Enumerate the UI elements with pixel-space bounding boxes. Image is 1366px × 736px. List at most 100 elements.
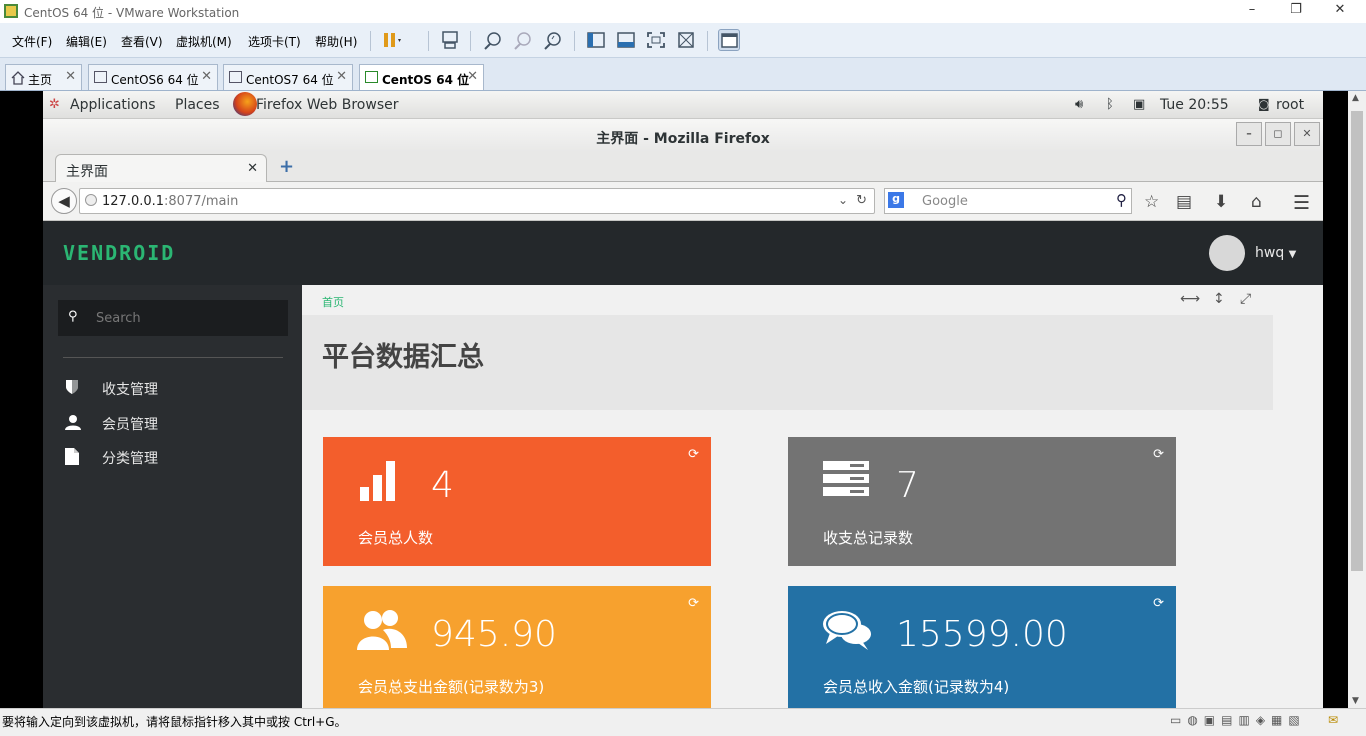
stat-label: 会员总人数 (358, 529, 434, 547)
gnome-foot-icon: ✲ (49, 97, 60, 112)
download-icon[interactable]: ⬇ (1214, 192, 1228, 212)
stat-value: 7 (896, 465, 919, 506)
globe-icon (85, 194, 97, 206)
pause-icon[interactable] (380, 29, 402, 51)
back-icon[interactable]: ◀ (51, 188, 77, 214)
stat-label: 收支总记录数 (823, 529, 914, 547)
google-icon[interactable]: g (888, 192, 904, 208)
home-icon[interactable]: ⌂ (1251, 192, 1262, 212)
user-menu-icon: ◙ (1258, 97, 1270, 111)
search-icon[interactable]: ⚲ (1116, 191, 1127, 209)
url-bar[interactable]: 127.0.0.1:8077/main ⌄ ↻ (79, 188, 875, 214)
sidebar-item-label: 分类管理 (102, 451, 158, 467)
vertical-scrollbar[interactable]: ▲ ▼ (1348, 91, 1366, 708)
url-host: 127.0.0.1 (102, 194, 165, 209)
sidebar-toggle-icon[interactable] (585, 29, 607, 51)
reload-icon[interactable]: ↻ (856, 193, 867, 208)
sidebar-item-members[interactable]: 会员管理 (65, 414, 158, 434)
bar-chart-icon (360, 461, 395, 501)
close-icon[interactable]: ✕ (65, 69, 76, 84)
sidebar-divider (63, 357, 283, 358)
stat-value: 15599.00 (896, 614, 1068, 655)
expand-horizontal-icon[interactable]: ⟷ (1180, 291, 1200, 307)
breadcrumb-home[interactable]: 首页 (322, 296, 344, 309)
stat-card-expense[interactable]: 945.90 会员总支出金额(记录数为3) ⟳ (323, 586, 711, 715)
menu-edit[interactable]: 编辑(E) (66, 33, 107, 50)
network-icon[interactable]: ▣ (1133, 97, 1145, 112)
send-keys-icon[interactable] (439, 29, 461, 51)
revert-snapshot-icon[interactable] (512, 29, 534, 51)
close-icon[interactable]: ✕ (247, 161, 258, 176)
bookmarks-list-icon[interactable]: ▤ (1176, 192, 1192, 212)
menu-help[interactable]: 帮助(H) (315, 33, 357, 50)
firefox-titlebar: 主界面 - Mozilla Firefox – ◻ ✕ (43, 119, 1323, 152)
snapshot-manager-icon[interactable] (542, 29, 564, 51)
minimize-button[interactable]: – (1236, 122, 1262, 146)
chevron-down-icon[interactable]: ⌄ (838, 193, 848, 207)
comments-icon (823, 611, 871, 650)
toolbar-separator (428, 31, 429, 51)
page-title: 平台数据汇总 (322, 342, 484, 373)
maximize-button[interactable]: ◻ (1265, 122, 1291, 146)
stat-card-members[interactable]: 4 会员总人数 ⟳ (323, 437, 711, 566)
close-button[interactable]: ✕ (1326, 2, 1354, 17)
search-field[interactable]: g Google ⚲ (884, 188, 1132, 214)
bluetooth-icon[interactable]: ᛒ (1106, 97, 1114, 112)
tab-label: CentOS7 64 位 (246, 73, 334, 87)
expand-vertical-icon[interactable]: ↕ (1213, 291, 1225, 307)
sidebar-item-label: 会员管理 (102, 417, 158, 433)
tab-centos6[interactable]: CentOS6 64 位 ✕ (88, 64, 218, 90)
user-menu[interactable]: root (1276, 97, 1304, 113)
browser-tab[interactable]: 主界面 ✕ (55, 154, 267, 183)
user-dropdown[interactable]: hwq ▼ (1255, 245, 1296, 261)
thumbnail-bar-icon[interactable] (615, 29, 637, 51)
refresh-icon[interactable]: ⟳ (688, 447, 699, 462)
tab-centos-active[interactable]: CentOS 64 位 ✕ (359, 64, 484, 90)
message-icon[interactable]: ✉ (1328, 713, 1338, 727)
menu-view[interactable]: 查看(V) (121, 33, 163, 50)
menu-file[interactable]: 文件(F) (12, 33, 52, 50)
refresh-icon[interactable]: ⟳ (1153, 447, 1164, 462)
firefox-launcher[interactable]: Firefox Web Browser (256, 97, 399, 113)
sidebar-item-finance[interactable]: 收支管理 (65, 379, 158, 399)
applications-menu[interactable]: Applications (70, 97, 156, 113)
close-button[interactable]: ✕ (1294, 122, 1320, 146)
menu-tabs[interactable]: 选项卡(T) (248, 33, 301, 50)
maximize-button[interactable]: ❐ (1282, 2, 1310, 17)
console-view-icon[interactable] (718, 29, 740, 51)
refresh-icon[interactable]: ⟳ (688, 596, 699, 611)
close-icon[interactable]: ✕ (336, 69, 347, 84)
close-icon[interactable]: ✕ (467, 69, 478, 84)
stat-card-income[interactable]: 15599.00 会员总收入金额(记录数为4) ⟳ (788, 586, 1176, 715)
tab-centos7[interactable]: CentOS7 64 位 ✕ (223, 64, 353, 90)
scroll-down-icon[interactable]: ▼ (1352, 696, 1359, 706)
unity-icon[interactable] (675, 29, 697, 51)
device-icons[interactable]: ▭◍▣▤▥◈▦▧ (1170, 713, 1306, 727)
sidebar-item-label: 收支管理 (102, 382, 158, 398)
vm-running-icon (365, 71, 378, 83)
stat-label: 会员总支出金额(记录数为3) (358, 678, 545, 696)
places-menu[interactable]: Places (175, 97, 220, 113)
fullscreen-icon[interactable] (645, 29, 667, 51)
stat-card-records[interactable]: 7 收支总记录数 ⟳ (788, 437, 1176, 566)
username: hwq (1255, 245, 1285, 261)
tab-home[interactable]: 主页 ✕ (5, 64, 82, 90)
snapshot-icon[interactable] (482, 29, 504, 51)
volume-icon[interactable]: 🔊︎ (1075, 97, 1083, 112)
menu-vm[interactable]: 虚拟机(M) (176, 33, 232, 50)
sidebar-item-categories[interactable]: 分类管理 (65, 448, 158, 469)
new-tab-icon[interactable]: + (279, 156, 294, 177)
sidebar-search-input[interactable]: ⚲ Search (58, 300, 288, 336)
clock[interactable]: Tue 20:55 (1160, 97, 1229, 113)
menu-icon[interactable]: ☰ (1293, 192, 1310, 214)
app-logo[interactable]: VENDROID (63, 241, 175, 265)
minimize-button[interactable]: – (1238, 2, 1266, 17)
vmware-app-icon (4, 4, 18, 18)
bookmark-star-icon[interactable]: ☆ (1144, 192, 1159, 212)
avatar[interactable] (1209, 235, 1245, 271)
close-icon[interactable]: ✕ (201, 69, 212, 84)
scrollbar-thumb[interactable] (1351, 111, 1363, 571)
scroll-up-icon[interactable]: ▲ (1352, 93, 1359, 103)
refresh-icon[interactable]: ⟳ (1153, 596, 1164, 611)
fullscreen-icon[interactable]: ⤢ (1240, 291, 1251, 307)
